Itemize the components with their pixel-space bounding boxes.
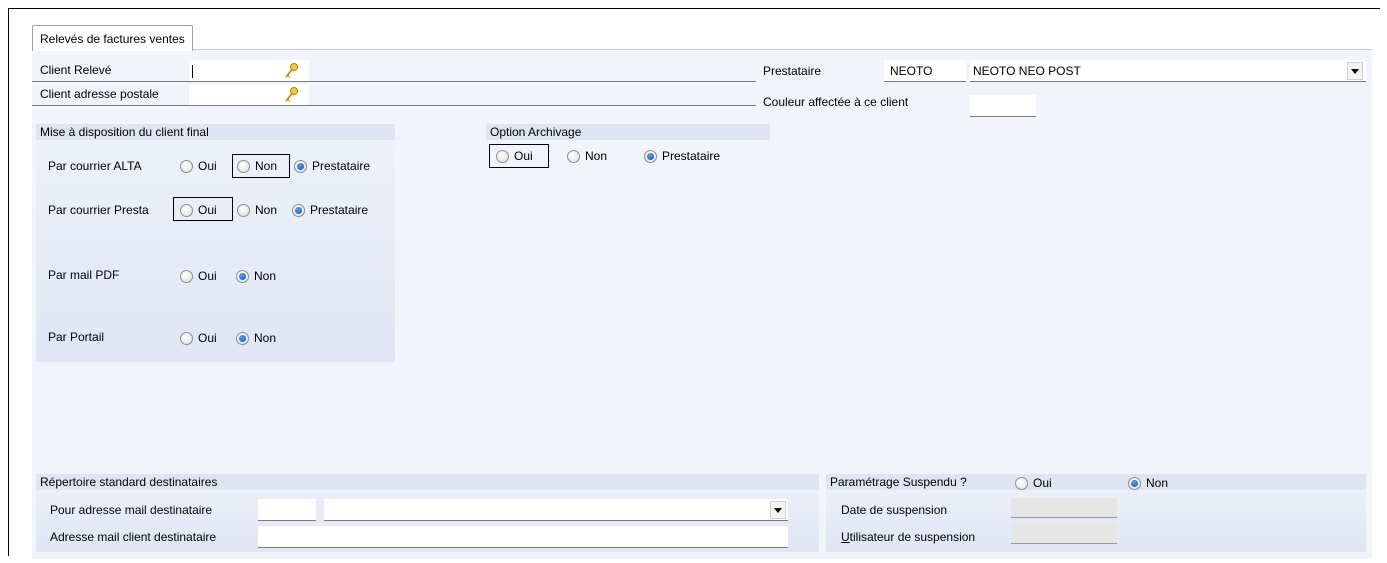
portail-label: Par Portail [48,330,105,344]
archivage-prestataire[interactable]: Prestataire [644,147,720,165]
pour-adresse-label: Pour adresse mail destinataire [50,503,213,517]
radio-icon [292,203,305,217]
radio-icon [180,203,193,217]
courrier-presta-label: Par courrier Presta [48,203,149,217]
radio-label: Non [1146,476,1169,490]
key-icon[interactable] [283,62,299,80]
date-suspension-label: Date de suspension [841,503,948,517]
date-suspension-field [1011,498,1117,518]
suspension-non[interactable]: Non [1128,474,1168,492]
courrier-alta-non[interactable]: Non [237,157,277,175]
suspension-oui[interactable]: Oui [1015,474,1052,492]
radio-icon [180,331,193,345]
radio-label: Prestataire [312,159,371,173]
client-releve-underline [32,60,756,82]
radio-icon [180,159,193,173]
prestataire-code-value: NEOTO [890,64,933,78]
couleur-input[interactable] [970,95,1036,117]
pour-adresse-select[interactable] [324,499,788,521]
prestataire-label: Prestataire [763,64,822,78]
access-key-letter: U [841,530,850,544]
pour-adresse-code-input[interactable] [258,499,316,521]
chevron-down-icon[interactable] [770,501,786,519]
tab-label: Relevés de factures ventes [40,32,185,46]
radio-label: Oui [198,269,217,283]
prestataire-select[interactable]: NEOTO NEO POST [970,60,1366,82]
archivage-non[interactable]: Non [567,147,607,165]
portail-oui[interactable]: Oui [180,329,217,347]
mail-pdf-oui[interactable]: Oui [180,267,217,285]
courrier-alta-oui[interactable]: Oui [180,157,217,175]
radio-icon [236,269,249,283]
radio-icon [567,149,580,163]
radio-label: Non [254,331,277,345]
courrier-presta-non[interactable]: Non [237,201,277,219]
radio-label: Non [255,159,278,173]
mail-pdf-non[interactable]: Non [236,267,276,285]
radio-icon [237,203,250,217]
radio-icon [294,159,307,173]
radio-label: Oui [198,203,217,217]
radio-label: Prestataire [662,149,721,163]
repertoire-title: Répertoire standard destinataires [36,474,819,490]
archivage-oui[interactable]: Oui [496,147,533,165]
adresse-client-label: Adresse mail client destinataire [50,530,217,544]
chevron-down-icon[interactable] [1347,62,1363,80]
radio-icon [237,159,250,173]
radio-label: Oui [1033,476,1052,490]
radio-label: Oui [198,159,217,173]
radio-icon [644,149,657,163]
prestataire-code-input[interactable]: NEOTO [884,60,966,82]
tab-releves-factures-ventes[interactable]: Relevés de factures ventes [32,25,193,51]
utilisateur-suspension-label: Utilisateur de suspension [841,530,975,544]
option-archivage-title: Option Archivage [486,124,770,140]
courrier-alta-prestataire[interactable]: Prestataire [294,157,370,175]
text-caret [192,65,193,78]
utilisateur-suspension-field [1011,524,1117,544]
radio-icon [496,149,509,163]
radio-icon [236,331,249,345]
radio-label: Prestataire [310,203,369,217]
mail-pdf-label: Par mail PDF [48,268,120,282]
radio-icon [1128,476,1141,490]
portail-non[interactable]: Non [236,329,276,347]
mise-a-disposition-title: Mise à disposition du client final [36,124,395,140]
radio-icon [1015,476,1028,490]
suspension-title: Paramétrage Suspendu ? [830,475,967,489]
client-adresse-underline [32,84,756,106]
couleur-label: Couleur affectée à ce client [763,95,909,109]
courrier-alta-label: Par courrier ALTA [48,159,142,173]
prestataire-name-value: NEOTO NEO POST [973,64,1081,78]
radio-label: Oui [514,149,533,163]
key-icon[interactable] [283,86,299,104]
utilisateur-suspension-text: tilisateur de suspension [849,530,976,544]
radio-label: Non [255,203,278,217]
courrier-presta-prestataire[interactable]: Prestataire [292,201,368,219]
courrier-presta-oui[interactable]: Oui [180,201,217,219]
radio-icon [180,269,193,283]
radio-label: Non [585,149,608,163]
radio-label: Non [254,269,277,283]
radio-label: Oui [198,331,217,345]
adresse-client-input[interactable] [258,526,788,548]
